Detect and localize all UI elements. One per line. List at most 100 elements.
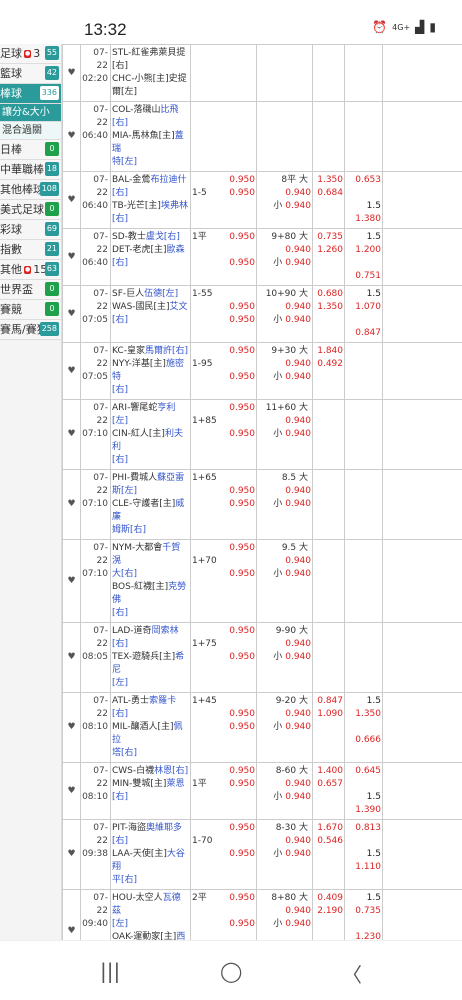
handicap-odds[interactable]: 0.950: [229, 542, 255, 555]
over-under-odds[interactable]: 0.940: [285, 638, 311, 651]
moneyline-odds[interactable]: 1.260: [314, 244, 343, 257]
handicap-odds[interactable]: 0.950: [229, 778, 255, 791]
first-half-value[interactable]: 0.735: [346, 905, 381, 918]
handicap-odds[interactable]: 0.950: [229, 651, 255, 664]
first-half-value[interactable]: 0.847: [346, 327, 381, 340]
moneyline-cell[interactable]: [312, 399, 345, 470]
handicap-odds[interactable]: 0.950: [229, 257, 255, 270]
heart-icon[interactable]: ♥: [67, 849, 75, 859]
over-under-cell[interactable]: 8.5 大 0.940 小 0.940: [256, 469, 313, 540]
first-half-value[interactable]: [346, 778, 381, 791]
moneyline-cell[interactable]: [312, 44, 345, 102]
moneyline-odds[interactable]: 0.684: [314, 187, 343, 200]
handicap-odds[interactable]: 0.950: [229, 314, 255, 327]
heart-icon[interactable]: ♥: [67, 195, 75, 205]
sidebar-item[interactable]: 賽馬/賽狗 258: [0, 320, 61, 340]
heart-icon[interactable]: ♥: [67, 652, 75, 662]
handicap-cell[interactable]: 0.950 1-5 0.950: [190, 171, 257, 229]
over-under-odds[interactable]: 0.940: [285, 358, 311, 371]
moneyline-odds[interactable]: 2.190: [314, 905, 343, 918]
handicap-odds[interactable]: 0.950: [229, 918, 255, 931]
moneyline-cell[interactable]: 0.680 1.350: [312, 285, 345, 343]
over-under-odds[interactable]: 0.940: [285, 314, 311, 327]
moneyline-odds[interactable]: 0.492: [314, 358, 343, 371]
first-half-value[interactable]: [346, 721, 381, 734]
first-half-cell[interactable]: 1.5 1.350 0.666: [344, 692, 383, 763]
over-under-odds[interactable]: 0.940: [285, 257, 311, 270]
over-under-odds[interactable]: 0.940: [285, 721, 311, 734]
first-half-cell[interactable]: [344, 101, 383, 172]
over-under-odds[interactable]: 0.940: [285, 918, 311, 931]
heart-icon[interactable]: ♥: [67, 926, 75, 936]
handicap-cell[interactable]: 2平 0.950 0.950: [190, 889, 257, 940]
sidebar-item[interactable]: 美式足球 0: [0, 200, 61, 220]
heart-icon[interactable]: ♥: [67, 576, 75, 586]
handicap-odds[interactable]: 0.950: [229, 371, 255, 384]
sidebar-item[interactable]: 足球 ● 3 55: [0, 44, 61, 64]
over-under-cell[interactable]: 9.5 大 0.940 小 0.940: [256, 539, 313, 623]
first-half-value[interactable]: 1.200: [346, 244, 381, 257]
over-under-odds[interactable]: 0.940: [285, 905, 311, 918]
moneyline-cell[interactable]: 1.840 0.492: [312, 342, 345, 400]
over-under-cell[interactable]: 9-20 大 0.940 小 0.940: [256, 692, 313, 763]
over-under-odds[interactable]: 0.940: [285, 187, 311, 200]
first-half-cell[interactable]: 0.653 1.5 1.380: [344, 171, 383, 229]
first-half-value[interactable]: 1.230: [346, 931, 381, 940]
moneyline-odds[interactable]: 0.735: [314, 231, 343, 244]
moneyline-cell[interactable]: [312, 622, 345, 693]
recent-apps-icon[interactable]: |||: [100, 959, 120, 983]
over-under-odds[interactable]: 0.940: [285, 651, 311, 664]
first-half-cell[interactable]: [344, 399, 383, 470]
first-half-value[interactable]: 1.110: [346, 861, 381, 874]
sidebar-subitem[interactable]: 讓分&大小: [0, 104, 61, 122]
handicap-cell[interactable]: 1+45 0.950 0.950: [190, 692, 257, 763]
handicap-odds[interactable]: 0.950: [229, 174, 255, 187]
over-under-odds[interactable]: 0.940: [285, 568, 311, 581]
over-under-cell[interactable]: [256, 101, 313, 172]
heart-icon[interactable]: ♥: [67, 309, 75, 319]
moneyline-cell[interactable]: 1.400 0.657: [312, 762, 345, 820]
handicap-cell[interactable]: 1-55 0.950 0.950: [190, 285, 257, 343]
sidebar-item[interactable]: 棒球 336: [0, 84, 61, 104]
sidebar-item[interactable]: 賽競 0: [0, 300, 61, 320]
first-half-value[interactable]: 1.070: [346, 301, 381, 314]
moneyline-cell[interactable]: 0.409 2.190: [312, 889, 345, 940]
moneyline-odds[interactable]: 1.090: [314, 708, 343, 721]
first-half-cell[interactable]: 0.645 1.5 1.390: [344, 762, 383, 820]
heart-icon[interactable]: ♥: [67, 499, 75, 509]
handicap-odds[interactable]: 0.950: [229, 301, 255, 314]
handicap-cell[interactable]: [190, 44, 257, 102]
moneyline-cell[interactable]: 0.847 1.090: [312, 692, 345, 763]
over-under-odds[interactable]: 0.940: [285, 200, 311, 213]
handicap-odds[interactable]: 0.950: [229, 187, 255, 200]
over-under-odds[interactable]: 0.940: [285, 485, 311, 498]
sidebar-item[interactable]: 籃球 42: [0, 64, 61, 84]
first-half-value[interactable]: [346, 187, 381, 200]
handicap-odds[interactable]: 0.950: [229, 765, 255, 778]
sidebar-item[interactable]: 指數 21: [0, 240, 61, 260]
first-half-value[interactable]: [346, 918, 381, 931]
heart-icon[interactable]: ♥: [67, 722, 75, 732]
first-half-cell[interactable]: [344, 469, 383, 540]
moneyline-odds[interactable]: 1.840: [314, 345, 343, 358]
moneyline-odds[interactable]: 1.400: [314, 765, 343, 778]
handicap-odds[interactable]: 0.950: [229, 625, 255, 638]
moneyline-cell[interactable]: 1.670 0.546: [312, 819, 345, 890]
moneyline-odds[interactable]: 1.670: [314, 822, 343, 835]
over-under-cell[interactable]: 8平 大 0.940 小 0.940: [256, 171, 313, 229]
moneyline-odds[interactable]: 0.680: [314, 288, 343, 301]
first-half-value[interactable]: [346, 257, 381, 270]
moneyline-odds[interactable]: 0.657: [314, 778, 343, 791]
over-under-odds[interactable]: 0.940: [285, 301, 311, 314]
back-icon[interactable]: 〈: [342, 959, 362, 988]
heart-icon[interactable]: ♥: [67, 429, 75, 439]
moneyline-odds[interactable]: 1.350: [314, 174, 343, 187]
over-under-odds[interactable]: 0.940: [285, 791, 311, 804]
handicap-odds[interactable]: 0.950: [229, 428, 255, 441]
first-half-value[interactable]: 0.813: [346, 822, 381, 835]
moneyline-cell[interactable]: [312, 101, 345, 172]
over-under-cell[interactable]: 9+30 大 0.940 小 0.940: [256, 342, 313, 400]
handicap-odds[interactable]: 0.950: [229, 708, 255, 721]
over-under-odds[interactable]: 0.940: [285, 415, 311, 428]
moneyline-odds[interactable]: 0.409: [314, 892, 343, 905]
